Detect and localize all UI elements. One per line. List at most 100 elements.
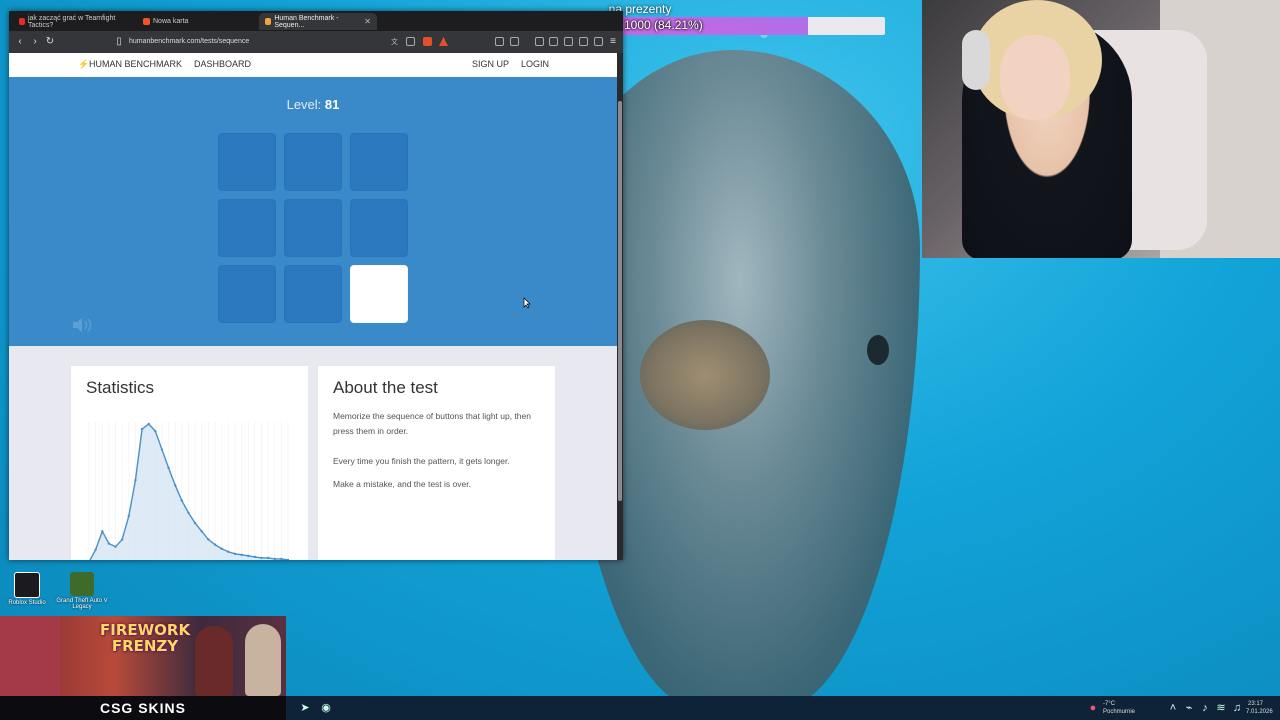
bookmark-icon[interactable]: ▯	[112, 35, 126, 49]
brave-icon	[143, 18, 150, 25]
dolphin-eye	[867, 335, 889, 365]
grid-square[interactable]	[284, 133, 342, 191]
about-card: About the test Memorize the sequence of …	[318, 366, 555, 560]
wifi-icon[interactable]: ≋	[1214, 701, 1228, 715]
scrollbar-thumb[interactable]	[618, 101, 622, 501]
level-label: Level:	[286, 97, 322, 112]
chart-point	[247, 554, 250, 558]
tab-youtube[interactable]: jak zacząć grać w Teamfight Tactics?	[13, 13, 131, 30]
chart-point	[114, 545, 117, 548]
extensions-puzzle-icon[interactable]	[579, 37, 588, 46]
grid-square[interactable]	[350, 133, 408, 191]
chart-point	[253, 555, 257, 559]
wallet-icon[interactable]	[564, 37, 573, 46]
banner-crates	[0, 616, 60, 696]
weather-temp: -7°C	[1103, 701, 1116, 707]
level-display: Level: 81	[9, 97, 617, 112]
grid-square[interactable]	[218, 199, 276, 257]
microphone-icon[interactable]: ♪	[1198, 701, 1212, 715]
tab-human-benchmark[interactable]: Human Benchmark - Sequen... ✕	[259, 13, 377, 30]
forward-icon[interactable]: ›	[28, 35, 42, 49]
taskbar: ➤ ◉ ● -7°C Pochmurnie ˄ ⌁ ♪ ≋ ♫ 23:17 7.…	[286, 696, 1280, 720]
statistics-chart	[88, 422, 290, 560]
chart-point	[286, 558, 290, 560]
chart-point	[266, 556, 270, 560]
grid-square[interactable]	[284, 199, 342, 257]
extension-icon[interactable]	[510, 37, 519, 46]
chart-point	[187, 511, 190, 515]
desktop-icon-label: Roblox Studio	[8, 600, 46, 606]
media-icon[interactable]	[535, 37, 544, 46]
weather-desc: Pochmurnie	[1103, 709, 1136, 715]
grid-square[interactable]	[218, 133, 276, 191]
mouse-cursor-icon	[523, 296, 531, 309]
streamer-face	[1000, 35, 1070, 120]
browser-window[interactable]: jak zacząć grać w Teamfight Tactics? Now…	[9, 11, 623, 560]
desktop-icon-roblox-studio[interactable]: Roblox Studio	[0, 572, 54, 606]
close-tab-icon[interactable]: ✕	[364, 17, 371, 26]
brave-shields-icon[interactable]	[423, 37, 432, 46]
chart-point	[94, 548, 97, 551]
tab-label: Human Benchmark - Sequen...	[274, 14, 339, 29]
share-icon[interactable]	[406, 37, 415, 46]
chart-point	[154, 429, 157, 433]
chart-point	[160, 448, 164, 451]
chevron-up-icon[interactable]: ˄	[1166, 701, 1180, 715]
brave-rewards-icon[interactable]	[439, 37, 448, 46]
chart-point	[134, 479, 137, 482]
grid-square[interactable]	[350, 199, 408, 257]
banner-character	[195, 626, 233, 696]
clock-time: 23:17	[1248, 701, 1264, 707]
chart-point	[227, 550, 230, 553]
chart-point	[167, 466, 170, 470]
speaker-icon[interactable]	[71, 317, 95, 335]
web-page: ⚡ HUMAN BENCHMARK DASHBOARD SIGN UP LOGI…	[9, 53, 617, 560]
banner-character	[245, 624, 281, 696]
scrollbar[interactable]	[617, 53, 623, 560]
signup-link[interactable]: SIGN UP	[472, 59, 509, 69]
game-banner: FIREWORK FRENZY	[0, 616, 286, 696]
grid-square[interactable]	[284, 265, 342, 323]
chart-point	[240, 553, 243, 557]
csgskins-logo: CSG SKINS	[0, 696, 286, 720]
youtube-icon	[19, 18, 25, 25]
menu-icon[interactable]: ≡	[606, 35, 620, 49]
chart-point	[207, 538, 210, 541]
statistics-card: Statistics	[71, 366, 308, 560]
back-icon[interactable]: ‹	[13, 35, 27, 49]
extension-icon[interactable]	[495, 37, 504, 46]
brand-link[interactable]: HUMAN BENCHMARK	[89, 59, 182, 69]
about-line: Make a mistake, and the test is over.	[333, 479, 471, 489]
desktop-icon-gta-v[interactable]: Grand Theft Auto V Legacy	[55, 572, 109, 610]
network-icon[interactable]: ⌁	[1182, 701, 1196, 715]
login-link[interactable]: LOGIN	[521, 59, 549, 69]
dolphin-snout	[640, 320, 770, 430]
tab-new-tab[interactable]: Nowa karta	[137, 13, 255, 30]
grid-square-lit[interactable]	[350, 265, 408, 323]
volume-icon[interactable]: ♫	[1230, 701, 1244, 715]
about-title: About the test	[333, 378, 438, 397]
grid-square[interactable]	[218, 265, 276, 323]
translate-icon[interactable]: 文	[391, 37, 400, 46]
steam-icon[interactable]: ➤	[298, 701, 312, 715]
statistics-title: Statistics	[86, 378, 155, 397]
chart-point	[174, 484, 177, 487]
vpn-icon[interactable]	[594, 37, 603, 46]
reload-icon[interactable]: ↻	[43, 35, 57, 49]
chart-point	[107, 542, 111, 545]
sequence-grid	[218, 133, 408, 323]
roblox-studio-icon	[14, 572, 40, 598]
banner-title: FIREWORK FRENZY	[100, 621, 191, 655]
sidebar-icon[interactable]	[549, 37, 558, 46]
tab-label: Nowa karta	[153, 18, 189, 25]
url-field[interactable]: humanbenchmark.com/tests/sequence	[129, 34, 384, 50]
chart-point	[220, 547, 223, 550]
chart-point	[260, 556, 263, 560]
webcam-feed	[922, 0, 1280, 258]
chart-point	[200, 530, 203, 533]
chart-point	[193, 521, 197, 525]
about-line: Memorize the sequence of buttons that li…	[333, 411, 531, 436]
browser-taskbar-icon[interactable]: ◉	[319, 701, 333, 715]
dashboard-link[interactable]: DASHBOARD	[194, 59, 251, 69]
weather-icon[interactable]: ●	[1086, 701, 1100, 715]
